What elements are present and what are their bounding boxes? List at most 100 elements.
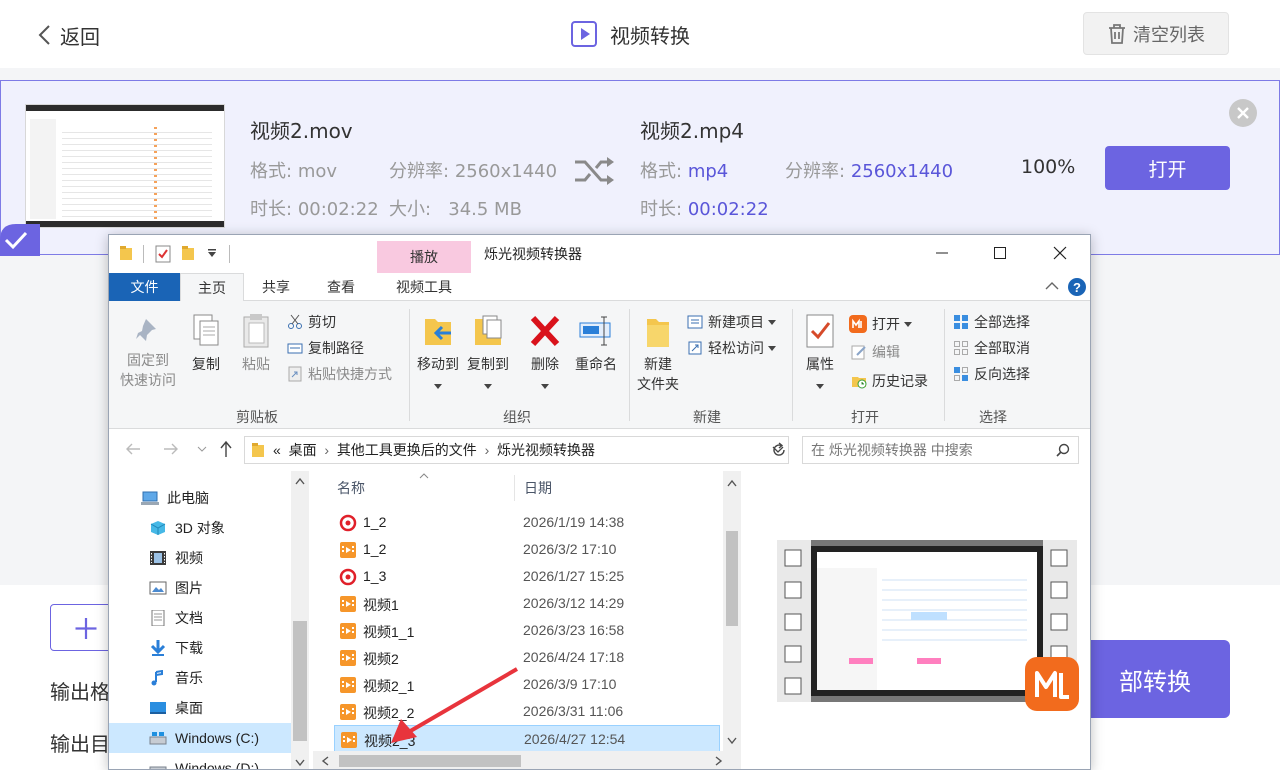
- copy-button[interactable]: 复制: [185, 313, 227, 374]
- column-header-name[interactable]: 名称: [337, 471, 513, 505]
- scroll-up-icon[interactable]: [295, 477, 305, 485]
- close-window-button[interactable]: [1037, 235, 1083, 271]
- delete-x-icon: [530, 315, 560, 347]
- open-button[interactable]: 打开: [1105, 146, 1230, 190]
- new-item-button[interactable]: 新建项目: [687, 311, 776, 333]
- new-item-icon: [687, 315, 703, 329]
- properties-button[interactable]: 属性: [799, 313, 841, 394]
- forward-arrow-icon[interactable]: [163, 442, 179, 456]
- properties-icon: [806, 314, 834, 348]
- easy-access-button[interactable]: 轻松访问: [687, 337, 776, 359]
- delete-button[interactable]: 删除: [525, 313, 565, 394]
- pin-quick-access-button[interactable]: 固定到 快速访问: [117, 315, 179, 390]
- history-button[interactable]: 历史记录: [851, 370, 928, 392]
- preview-pane: [741, 471, 1090, 769]
- progress-percent: 100%: [1021, 156, 1076, 178]
- cut-button[interactable]: 剪切: [287, 311, 336, 333]
- navigation-pane: 此电脑 3D 对象 视频 图片 文档 下载 音乐 桌面 Windows (C:)…: [109, 471, 313, 769]
- clear-list-button[interactable]: 清空列表: [1083, 12, 1229, 55]
- select-none-icon: [954, 341, 968, 355]
- breadcrumb-overflow[interactable]: «: [273, 442, 281, 458]
- task-checkbox[interactable]: [0, 222, 40, 256]
- file-row[interactable]: 1_3 2026/1/27 15:25: [334, 563, 720, 590]
- orange-video-icon: [340, 704, 356, 720]
- paste-shortcut-button[interactable]: 粘贴快捷方式: [287, 363, 392, 385]
- ribbon-tabs: 文件 主页 共享 查看 视频工具 ?: [109, 273, 1090, 301]
- maximize-button[interactable]: [977, 235, 1023, 271]
- red-media-icon: [339, 568, 357, 586]
- move-to-button[interactable]: 移动到: [415, 313, 461, 394]
- tab-share[interactable]: 共享: [244, 273, 308, 301]
- open-with-button[interactable]: 打开: [849, 313, 912, 335]
- maximize-icon: [994, 247, 1006, 259]
- file-row[interactable]: 1_2 2026/3/2 17:10: [334, 536, 720, 563]
- title-bar: 播放 烁光视频转换器: [109, 235, 1090, 273]
- new-folder-icon[interactable]: [181, 245, 195, 261]
- search-input[interactable]: 在 烁光视频转换器 中搜索: [802, 436, 1079, 464]
- back-label: 返回: [60, 24, 100, 49]
- breadcrumb-item[interactable]: 桌面: [289, 440, 317, 460]
- scroll-down-icon[interactable]: [727, 737, 737, 745]
- back-arrow-icon[interactable]: [125, 442, 141, 456]
- column-header-date[interactable]: 日期: [524, 471, 714, 505]
- file-name: 视频1: [363, 597, 399, 613]
- copy-path-icon: [287, 343, 303, 354]
- recent-locations-icon[interactable]: [197, 446, 207, 452]
- new-folder-button[interactable]: 新建 文件夹: [633, 313, 683, 394]
- invert-selection-icon: [954, 367, 968, 381]
- tab-view[interactable]: 查看: [308, 273, 374, 301]
- remove-task-button[interactable]: [1229, 99, 1257, 127]
- tab-file[interactable]: 文件: [109, 273, 180, 301]
- breadcrumb-item[interactable]: 烁光视频转换器: [497, 440, 595, 460]
- orange-video-icon: [340, 596, 356, 612]
- back-button[interactable]: 返回: [36, 20, 100, 50]
- scroll-down-icon[interactable]: [295, 759, 305, 767]
- file-row[interactable]: 1_2 2026/1/19 14:38: [334, 509, 720, 536]
- properties-check-icon[interactable]: [155, 245, 171, 263]
- minimize-icon: [936, 252, 948, 254]
- select-all-button[interactable]: 全部选择: [953, 311, 1030, 333]
- film-icon: [150, 551, 166, 565]
- invert-selection-button[interactable]: 反向选择: [953, 363, 1030, 385]
- minimize-button[interactable]: [919, 235, 965, 271]
- nav-scroll-thumb[interactable]: [293, 621, 307, 741]
- file-date: 2026/4/24 17:18: [523, 649, 625, 665]
- collapse-ribbon-icon[interactable]: [1045, 281, 1059, 291]
- tab-home[interactable]: 主页: [180, 273, 244, 301]
- scroll-up-icon[interactable]: [727, 479, 737, 487]
- file-date: 2026/3/12 14:29: [523, 595, 625, 611]
- dropdown-arrow-icon: [767, 345, 776, 351]
- edit-button[interactable]: 编辑: [851, 341, 900, 363]
- edit-icon: [851, 345, 866, 360]
- page-title-text: 视频转换: [610, 23, 690, 48]
- copy-path-button[interactable]: 复制路径: [287, 337, 364, 359]
- breadcrumb-item[interactable]: 其他工具更换后的文件: [337, 440, 477, 460]
- select-all-icon: [954, 315, 968, 329]
- cube-icon: [150, 521, 166, 535]
- dropdown-arrow-icon: [903, 321, 912, 327]
- copy-to-button[interactable]: 复制到: [465, 313, 511, 394]
- select-none-button[interactable]: 全部取消: [953, 337, 1030, 359]
- address-box[interactable]: « 桌面 › 其他工具更换后的文件 › 烁光视频转换器: [244, 436, 789, 464]
- file-row[interactable]: 视频1_1 2026/3/23 16:58: [334, 617, 720, 644]
- scroll-left-icon[interactable]: [321, 756, 329, 766]
- tab-video-tools[interactable]: 视频工具: [377, 273, 471, 301]
- up-arrow-icon[interactable]: [219, 440, 233, 458]
- paste-button[interactable]: 粘贴: [235, 313, 277, 374]
- nav-item-drive-c[interactable]: Windows (C:): [109, 723, 293, 753]
- horizontal-scrollbar[interactable]: [313, 751, 741, 769]
- refresh-icon[interactable]: [771, 441, 787, 459]
- file-row[interactable]: 视频1 2026/3/12 14:29: [334, 590, 720, 617]
- file-scroll-thumb[interactable]: [726, 531, 738, 626]
- h-scroll-thumb[interactable]: [339, 755, 521, 767]
- source-resolution: 分辨率: 2560x1440: [389, 161, 558, 182]
- folder-icon: [120, 246, 132, 260]
- scroll-right-icon[interactable]: [715, 756, 723, 766]
- target-resolution: 分辨率: 2560x1440: [785, 161, 954, 182]
- nav-scrollbar[interactable]: [291, 471, 309, 769]
- rename-button[interactable]: 重命名: [571, 313, 621, 374]
- source-duration: 时长: 00:02:22: [250, 199, 379, 220]
- file-list-scrollbar[interactable]: [723, 471, 741, 751]
- customize-dropdown-icon[interactable]: [207, 249, 217, 259]
- help-icon[interactable]: ?: [1067, 277, 1087, 297]
